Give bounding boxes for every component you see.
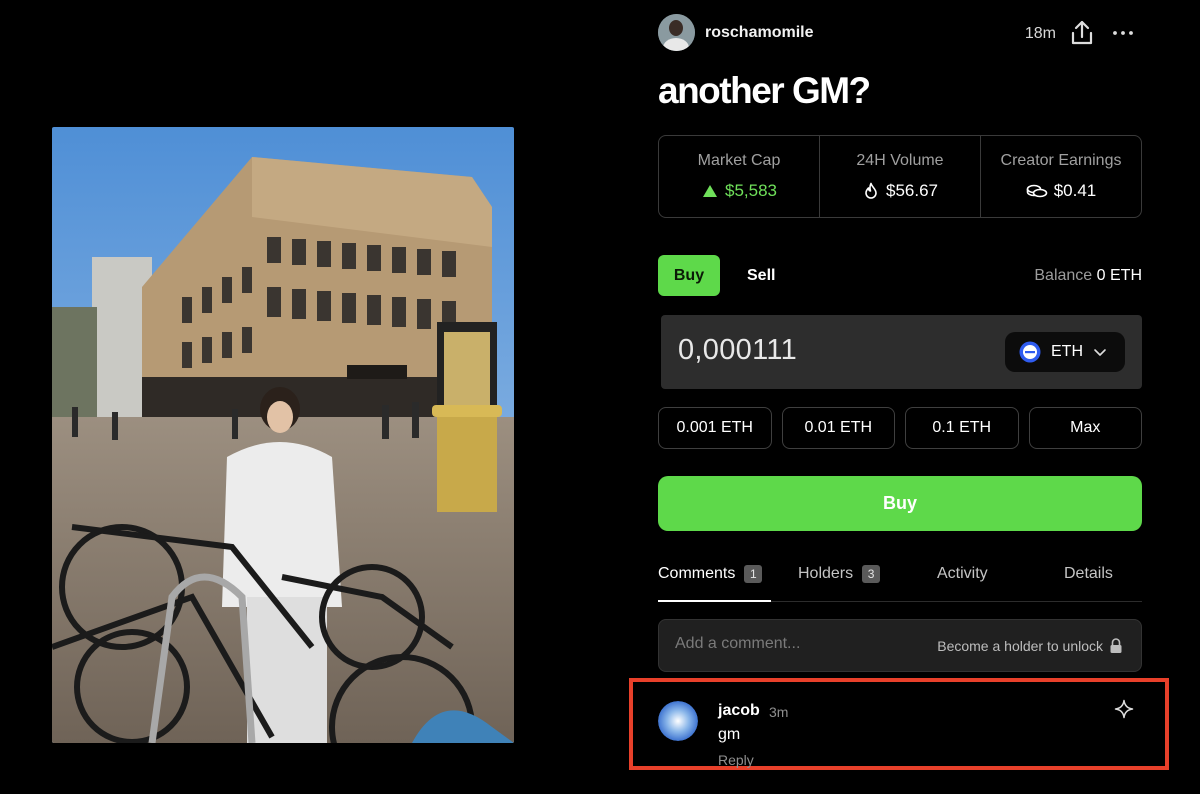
content-tabs: Comments 1 Holders 3 Activity Details	[658, 557, 1142, 602]
balance-value: 0 ETH	[1096, 267, 1142, 284]
preset-button[interactable]: 0.01 ETH	[781, 407, 895, 449]
token-label: ETH	[1051, 343, 1083, 360]
stat-label: Creator Earnings	[1000, 152, 1122, 169]
comment-text: gm	[718, 726, 741, 743]
tab-activity[interactable]: Activity	[937, 565, 988, 583]
stat-value: $56.67	[886, 181, 938, 200]
active-tab-indicator	[658, 600, 771, 602]
reply-link[interactable]: Reply	[718, 752, 754, 768]
tab-label: Details	[1064, 565, 1113, 582]
tab-holders[interactable]: Holders 3	[798, 565, 881, 583]
stat-value-row: $56.67	[820, 181, 980, 201]
commenter-avatar-image	[658, 701, 698, 741]
post-time: 18m	[1024, 25, 1056, 42]
stat-label: Market Cap	[697, 152, 781, 169]
unlock-hint: Become a holder to unlock	[937, 638, 1103, 654]
tab-label: Comments	[658, 565, 736, 582]
comment-time: 3m	[769, 704, 789, 720]
token-select[interactable]: ETH	[1005, 332, 1125, 372]
preset-button[interactable]: 0.1 ETH	[905, 407, 1019, 449]
tab-label: Activity	[937, 565, 988, 582]
buy-tab[interactable]: Buy	[658, 255, 720, 296]
commenter-avatar[interactable]	[658, 701, 698, 741]
tab-comments[interactable]: Comments 1	[658, 565, 763, 583]
buy-button[interactable]: Buy	[658, 476, 1142, 531]
chevron-down-icon	[1094, 349, 1106, 356]
stat-value: $0.41	[1053, 181, 1097, 200]
post-photo	[52, 127, 514, 743]
author-avatar-image	[658, 14, 695, 51]
stat-creator-earnings: Creator Earnings $0.41	[980, 136, 1141, 217]
comment-username[interactable]: jacob	[718, 702, 760, 720]
post-panel: roschamomile 18m another GM? Market Cap …	[658, 0, 1142, 794]
stats-card: Market Cap $5,583 24H Volume $56.67 Crea…	[658, 135, 1142, 218]
more-options-icon[interactable]	[1112, 22, 1134, 44]
tab-label: Holders	[798, 565, 854, 582]
flame-icon	[865, 182, 877, 199]
stat-label: 24H Volume	[856, 152, 944, 169]
stat-value: $5,583	[725, 181, 777, 200]
balance-label: Balance	[1034, 267, 1093, 284]
comment-input[interactable]	[673, 634, 927, 654]
preset-button[interactable]: 0.001 ETH	[658, 407, 772, 449]
amount-input[interactable]: 0,000111	[678, 334, 797, 367]
sell-tab[interactable]: Sell	[747, 267, 775, 285]
balance: Balance 0 ETH	[1034, 267, 1142, 285]
tab-details[interactable]: Details	[1064, 565, 1113, 583]
comment-composer: Become a holder to unlock	[658, 619, 1142, 672]
share-icon[interactable]	[1070, 20, 1094, 46]
count-badge: 3	[862, 565, 881, 583]
stat-value-row: $0.41	[981, 181, 1141, 201]
lock-icon	[1110, 638, 1122, 653]
author-username[interactable]: roschamomile	[705, 24, 813, 42]
stat-24h-volume: 24H Volume $56.67	[819, 136, 980, 217]
coins-icon	[1026, 184, 1048, 198]
amount-presets: 0.001 ETH 0.01 ETH 0.1 ETH Max	[658, 407, 1142, 449]
author-avatar[interactable]	[658, 14, 695, 51]
street-scene-image	[52, 127, 514, 743]
comment-highlight-box	[629, 678, 1169, 770]
count-badge: 1	[744, 565, 763, 583]
sparkle-icon[interactable]	[1114, 699, 1134, 719]
post-title: another GM?	[658, 70, 871, 111]
stat-market-cap: Market Cap $5,583	[659, 136, 819, 217]
max-button[interactable]: Max	[1028, 407, 1142, 449]
stat-value-row: $5,583	[659, 181, 819, 201]
amount-field[interactable]: 0,000111 ETH	[661, 315, 1142, 389]
post-header: roschamomile 18m	[658, 14, 1142, 52]
eth-icon	[1019, 341, 1041, 363]
trade-mode-row: Buy Sell Balance 0 ETH	[658, 255, 1142, 297]
triangle-up-icon	[703, 185, 717, 197]
